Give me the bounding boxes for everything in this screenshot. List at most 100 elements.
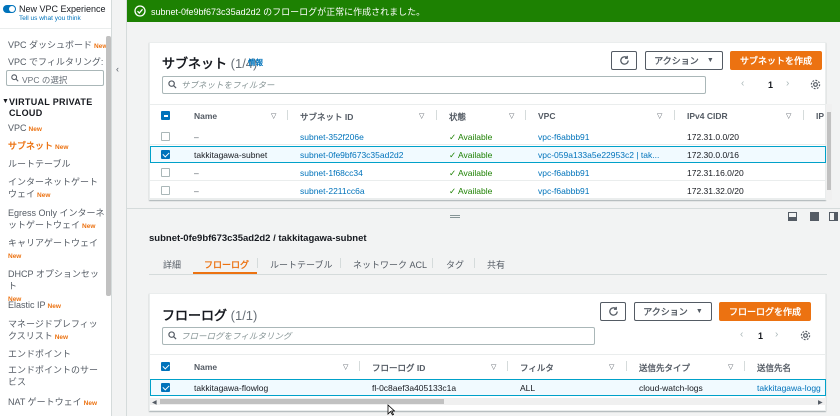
- select-all-checkbox[interactable]: [161, 111, 170, 120]
- row-subnet-id[interactable]: subnet-2211cc6a: [300, 186, 365, 196]
- sort-icon[interactable]: ▽: [509, 112, 514, 120]
- sort-icon[interactable]: ▽: [609, 363, 614, 371]
- row-checkbox[interactable]: [161, 168, 170, 177]
- row-checkbox[interactable]: [161, 132, 170, 141]
- sort-icon[interactable]: ▽: [657, 112, 662, 120]
- col-vpc[interactable]: VPC: [538, 111, 555, 121]
- settings-gear-icon[interactable]: [800, 330, 811, 341]
- subnet-filter-input[interactable]: サブネットをフィルター: [162, 76, 706, 94]
- sidebar-item-route-tables[interactable]: ルートテーブル: [8, 158, 70, 170]
- sidebar-item-subnets[interactable]: サブネット New: [8, 140, 68, 154]
- tab-route-tables[interactable]: ルートテーブル: [270, 258, 332, 271]
- col-ipv4-cidr[interactable]: IPv4 CIDR: [687, 111, 728, 121]
- row-subnet-id[interactable]: subnet-352f206e: [300, 132, 364, 142]
- tab-tags[interactable]: タグ: [446, 258, 464, 271]
- prev-page-icon[interactable]: ‹: [741, 78, 744, 89]
- sidebar-item-internet-gateways[interactable]: インターネットゲートウェイ New: [8, 176, 104, 202]
- next-page-icon[interactable]: ›: [775, 329, 778, 340]
- table-row-selected[interactable]: takkitagawa-flowlog fl-0c8aef3a405133c1a…: [150, 379, 826, 396]
- refresh-button[interactable]: [600, 302, 626, 321]
- row-subnet-id[interactable]: subnet-1f68cc34: [300, 168, 363, 178]
- col-divider[interactable]: [626, 361, 627, 371]
- create-flowlog-button[interactable]: フローログを作成: [719, 302, 811, 321]
- sort-icon[interactable]: ▽: [419, 112, 424, 120]
- refresh-button[interactable]: [611, 51, 637, 70]
- tab-details[interactable]: 詳細: [163, 258, 181, 271]
- sort-icon[interactable]: ▽: [491, 363, 496, 371]
- sidebar-item-vpc[interactable]: VPC New: [8, 122, 42, 136]
- sort-icon[interactable]: ▽: [728, 363, 733, 371]
- sidebar-item-elastic-ip[interactable]: Elastic IP New: [8, 299, 61, 313]
- row-vpc[interactable]: vpc-f6abbb91: [538, 186, 590, 196]
- drag-handle-icon[interactable]: [450, 215, 460, 218]
- row-dest-name[interactable]: takkitagawa-logg: [757, 383, 826, 393]
- sort-icon[interactable]: ▽: [271, 112, 276, 120]
- sidebar-item-endpoint-services[interactable]: エンドポイントのサービス: [8, 364, 104, 388]
- sidebar-item-dashboard[interactable]: VPC ダッシュボード New: [8, 39, 107, 53]
- col-divider[interactable]: [359, 361, 360, 371]
- col-state[interactable]: 状態: [449, 111, 466, 123]
- col-divider[interactable]: [507, 361, 508, 371]
- col-subnet-id[interactable]: サブネット ID: [300, 111, 353, 123]
- col-divider[interactable]: [436, 110, 437, 120]
- tab-sharing[interactable]: 共有: [487, 258, 505, 271]
- col-name[interactable]: Name: [194, 111, 217, 121]
- flowlog-actions-button[interactable]: アクション ▼: [634, 302, 712, 321]
- col-divider[interactable]: [287, 110, 288, 120]
- col-divider[interactable]: [803, 110, 804, 120]
- col-divider[interactable]: [744, 361, 745, 371]
- split-full-icon[interactable]: [810, 212, 819, 221]
- row-vpc[interactable]: vpc-f6abbb91: [538, 168, 590, 178]
- vpc-select[interactable]: VPC の選択: [6, 70, 104, 86]
- chevron-left-icon[interactable]: ‹: [116, 64, 119, 74]
- sidebar-item-prefix-lists[interactable]: マネージドプレフィックスリスト New: [8, 318, 106, 344]
- table-row[interactable]: – subnet-1f68cc34 ✓ Available vpc-f6abbb…: [150, 164, 826, 181]
- row-checkbox[interactable]: [161, 150, 170, 159]
- tab-flow-logs[interactable]: フローログ: [204, 258, 249, 271]
- prev-page-icon[interactable]: ‹: [740, 329, 743, 340]
- sidebar-item-endpoints[interactable]: エンドポイント: [8, 348, 71, 360]
- new-experience-toggle[interactable]: [3, 5, 16, 13]
- row-vpc[interactable]: vpc-059a133a5e22953c2 | tak...: [538, 150, 659, 160]
- settings-gear-icon[interactable]: [810, 79, 821, 90]
- col-ipv6[interactable]: IP: [816, 111, 824, 121]
- row-checkbox[interactable]: [161, 383, 170, 392]
- col-filter[interactable]: フィルタ: [520, 362, 554, 374]
- page-number[interactable]: 1: [758, 331, 763, 341]
- sort-icon[interactable]: ▽: [343, 363, 348, 371]
- flowlog-filter-input[interactable]: フローログをフィルタリング: [162, 327, 595, 345]
- row-vpc[interactable]: vpc-f6abbb91: [538, 132, 590, 142]
- table-row-selected[interactable]: takkitagawa-subnet subnet-0fe9bf673c35ad…: [150, 146, 826, 163]
- table-row[interactable]: – subnet-352f206e ✓ Available vpc-f6abbb…: [150, 128, 826, 145]
- col-dest-type[interactable]: 送信先タイプ: [639, 362, 690, 374]
- sort-icon[interactable]: ▽: [786, 112, 791, 120]
- split-divider[interactable]: [127, 208, 840, 209]
- sidebar-item-carrier-gateways[interactable]: キャリアゲートウェイ New: [8, 237, 104, 263]
- collapse-caret-icon[interactable]: ▼: [2, 98, 9, 105]
- col-dest-name[interactable]: 送信先名: [757, 362, 791, 374]
- scroll-right-icon[interactable]: ▶: [818, 399, 823, 406]
- table-row[interactable]: – subnet-2211cc6a ✓ Available vpc-f6abbb…: [150, 182, 826, 199]
- col-divider[interactable]: [525, 110, 526, 120]
- sidebar-item-egress-only-igw[interactable]: Egress Only インターネットゲートウェイ New: [8, 207, 106, 233]
- tab-network-acl[interactable]: ネットワーク ACL: [353, 258, 427, 271]
- scroll-left-icon[interactable]: ◀: [152, 399, 157, 406]
- split-side-icon[interactable]: [829, 212, 838, 221]
- info-link[interactable]: 情報: [248, 57, 263, 68]
- sidebar-scrollbar[interactable]: [106, 36, 111, 296]
- scrollbar-thumb[interactable]: [827, 112, 831, 190]
- select-all-checkbox[interactable]: [161, 362, 170, 371]
- scrollbar-thumb[interactable]: [160, 399, 444, 404]
- col-flowlog-id[interactable]: フローログ ID: [372, 362, 425, 374]
- row-subnet-id[interactable]: subnet-0fe9bf673c35ad2d2: [300, 150, 404, 160]
- sidebar-collapse-rail[interactable]: ‹: [112, 0, 127, 416]
- sidebar-item-nat-gateways[interactable]: NAT ゲートウェイ New: [8, 396, 97, 410]
- create-subnet-button[interactable]: サブネットを作成: [730, 51, 822, 70]
- feedback-link[interactable]: Tell us what you think: [19, 15, 81, 22]
- subnet-actions-button[interactable]: アクション ▼: [645, 51, 723, 70]
- row-checkbox[interactable]: [161, 186, 170, 195]
- next-page-icon[interactable]: ›: [786, 78, 789, 89]
- col-name[interactable]: Name: [194, 362, 217, 372]
- split-bottom-icon[interactable]: [788, 212, 797, 221]
- page-number[interactable]: 1: [768, 80, 773, 90]
